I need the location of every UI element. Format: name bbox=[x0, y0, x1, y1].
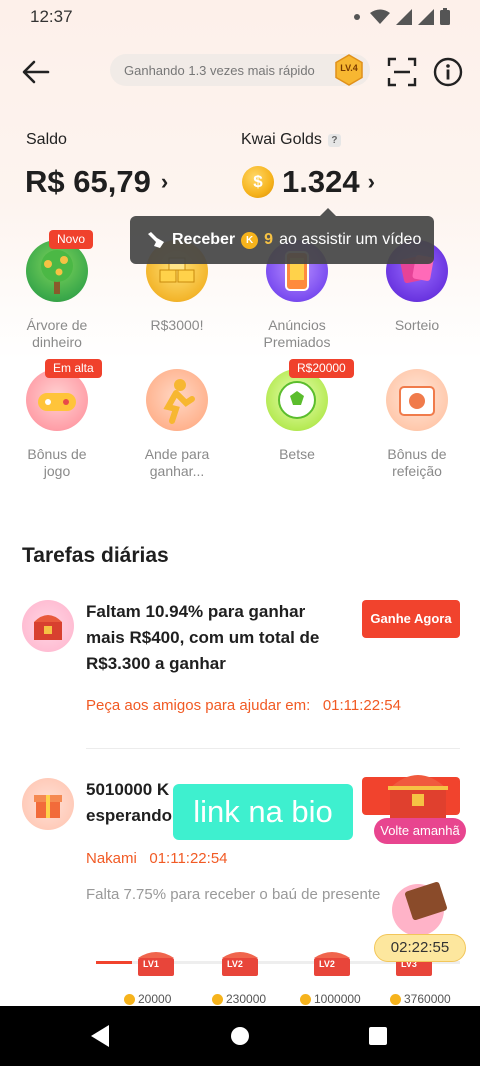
tag-badge: Em alta bbox=[45, 359, 102, 378]
signal-dot-icon bbox=[354, 13, 360, 20]
coin-icon bbox=[300, 993, 311, 1005]
feature-walk-to-earn[interactable]: Ande para ganhar... bbox=[117, 369, 237, 480]
nav-home-button[interactable] bbox=[226, 1022, 254, 1050]
cell-signal-2-icon bbox=[418, 8, 434, 25]
task2-sub-timer: 01:11:22:54 bbox=[149, 850, 228, 867]
triangle-back-icon bbox=[91, 1025, 109, 1047]
saldo-balance[interactable]: R$ 65,79 › bbox=[25, 164, 168, 200]
money-tree-icon bbox=[26, 240, 88, 302]
countdown-timer-pill: 02:22:55 bbox=[374, 934, 466, 962]
task1-sub-label: Peça aos amigos para ajudar em: bbox=[86, 697, 311, 714]
tooltip-amount: 9 bbox=[264, 231, 274, 248]
back-button[interactable] bbox=[20, 56, 52, 88]
feature-betse[interactable]: R$20000 Betse bbox=[237, 359, 357, 463]
task1-title: Faltam 10.94% para ganhar mais R$400, co… bbox=[86, 602, 320, 673]
feature-game-bonus[interactable]: Em alta Bônus de jogo bbox=[0, 359, 117, 480]
nav-back-button[interactable] bbox=[87, 1022, 115, 1050]
feature-meal-bonus[interactable]: Bônus de refeição bbox=[357, 369, 477, 480]
status-time: 12:37 bbox=[30, 7, 73, 26]
status-bar: 12:37 bbox=[0, 0, 480, 34]
treasure-chest-icon bbox=[22, 600, 74, 652]
feature-label: Bônus de refeição bbox=[387, 446, 447, 479]
task1-subline: Peça aos amigos para ajudar em: 01:11:22… bbox=[86, 697, 401, 714]
earn-now-button[interactable]: Ganhe Agora bbox=[362, 600, 460, 638]
coin-icon bbox=[124, 993, 135, 1005]
feature-label: Betse bbox=[279, 446, 315, 462]
milestone-chest[interactable]: LV1 bbox=[136, 948, 176, 978]
feature-label: Ande para ganhar... bbox=[144, 446, 210, 479]
milestone-amount: 230000 bbox=[212, 992, 266, 1006]
come-back-tomorrow-pill: Volte amanhã bbox=[374, 818, 466, 844]
golds-amount: 1.324 bbox=[282, 164, 360, 199]
tag-badge: Novo bbox=[49, 230, 94, 249]
milestone-amount: 1000000 bbox=[300, 992, 361, 1006]
page-background bbox=[0, 0, 480, 1006]
coin-icon bbox=[390, 993, 401, 1005]
gamepad-icon bbox=[26, 369, 88, 431]
level-text: LV.4 bbox=[340, 63, 358, 73]
tooltip-suffix: ao assistir um vídeo bbox=[279, 231, 422, 248]
task2-sub-label: Nakami bbox=[86, 850, 137, 867]
info-button[interactable] bbox=[432, 56, 464, 88]
battery-icon bbox=[440, 8, 450, 25]
top-bar: Ganhando 1.3 vezes mais rápido LV.4 bbox=[0, 48, 480, 94]
saldo-amount: R$ 65,79 bbox=[25, 164, 151, 199]
chevron-right-icon: › bbox=[160, 169, 169, 194]
golds-label: Kwai Golds bbox=[241, 131, 322, 148]
scan-button[interactable] bbox=[386, 56, 418, 88]
feature-label: Sorteio bbox=[394, 317, 440, 333]
reward-tooltip: Receber K 9 ao assistir um vídeo bbox=[130, 208, 434, 264]
task2-subline: Nakami 01:11:22:54 bbox=[86, 850, 228, 867]
floating-gift[interactable] bbox=[388, 878, 458, 938]
milestone-chest[interactable]: LV2 bbox=[312, 948, 352, 978]
golds-balance[interactable]: $ 1.324 › bbox=[242, 164, 375, 200]
feature-money-tree[interactable]: Novo Árvore de dinheiro bbox=[0, 230, 117, 351]
square-recents-icon bbox=[369, 1027, 387, 1045]
tooltip-prefix: Receber bbox=[172, 231, 236, 248]
nav-recents-button[interactable] bbox=[364, 1022, 392, 1050]
circle-home-icon bbox=[231, 1027, 249, 1045]
soccer-ball-icon bbox=[266, 369, 328, 431]
earning-speed-text: Ganhando 1.3 vezes mais rápido bbox=[124, 62, 315, 78]
kwai-coin-icon: K bbox=[241, 231, 259, 249]
task1-sub-timer: 01:11:22:54 bbox=[322, 697, 401, 714]
runner-icon bbox=[146, 369, 208, 431]
gift-box-icon bbox=[22, 778, 74, 830]
wifi-icon bbox=[370, 9, 390, 24]
back-arrow-icon bbox=[22, 60, 50, 84]
feature-label: R$3000! bbox=[150, 317, 204, 333]
gold-coin-icon: $ bbox=[242, 166, 274, 198]
tag-badge: R$20000 bbox=[289, 359, 354, 378]
feature-label: Anúncios Premiados bbox=[263, 317, 331, 350]
earning-speed-pill[interactable]: Ganhando 1.3 vezes mais rápido LV.4 bbox=[110, 54, 370, 86]
system-navigation-bar bbox=[0, 1006, 480, 1066]
milestone-level: LV2 bbox=[319, 959, 335, 969]
milestone-level: LV1 bbox=[143, 959, 159, 969]
help-icon[interactable]: ? bbox=[327, 133, 341, 147]
coin-icon bbox=[212, 993, 223, 1005]
milestone-level: LV2 bbox=[227, 959, 243, 969]
task2-note: Falta 7.75% para receber o baú de presen… bbox=[86, 886, 381, 903]
info-icon bbox=[433, 57, 463, 87]
divider bbox=[86, 748, 460, 749]
milestone-amount: 20000 bbox=[124, 992, 171, 1006]
link-in-bio-overlay: link na bio bbox=[173, 784, 353, 840]
daily-tasks-title: Tarefas diárias bbox=[22, 544, 169, 567]
milestone-amount: 3760000 bbox=[390, 992, 451, 1006]
status-icons bbox=[350, 8, 450, 25]
scan-icon bbox=[387, 57, 417, 87]
level-badge: LV.4 bbox=[334, 54, 364, 86]
feature-label: Árvore de dinheiro bbox=[26, 317, 88, 350]
progress-fill bbox=[96, 961, 133, 964]
meal-icon bbox=[386, 369, 448, 431]
gift-box-icon bbox=[392, 881, 447, 936]
golds-label-group: Kwai Golds ? bbox=[241, 131, 341, 149]
tap-hand-icon bbox=[148, 232, 164, 248]
cell-signal-icon bbox=[396, 8, 412, 25]
saldo-label: Saldo bbox=[26, 131, 67, 148]
chevron-right-icon: › bbox=[367, 169, 375, 194]
feature-label: Bônus de jogo bbox=[27, 446, 87, 479]
milestone-chest[interactable]: LV2 bbox=[220, 948, 260, 978]
